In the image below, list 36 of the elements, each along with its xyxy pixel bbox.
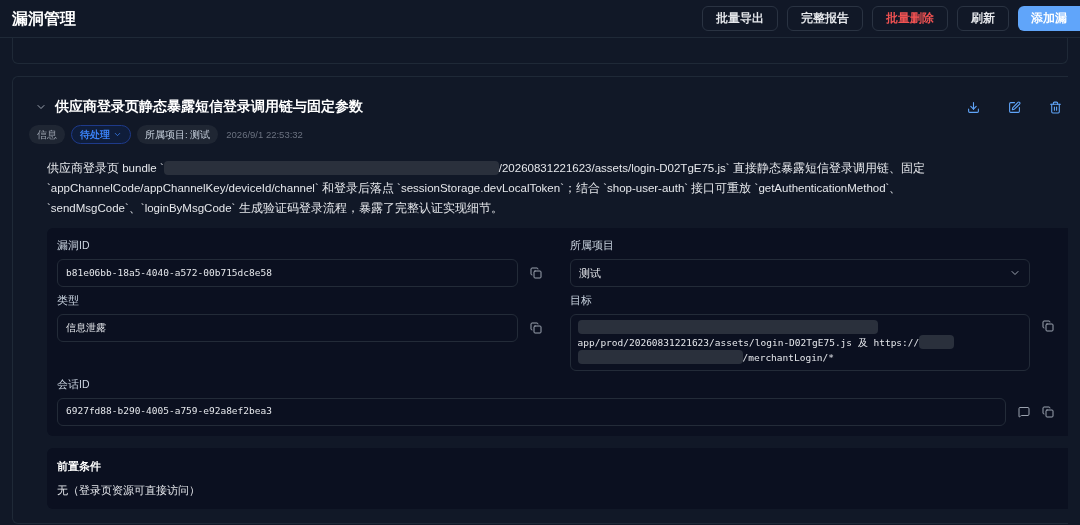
target-text: /merchantLogin/*	[742, 350, 834, 365]
field-label: 所属项目	[569, 238, 615, 254]
comment-icon[interactable]	[1018, 405, 1030, 418]
target-text: app/prod/20260831221623/assets/login-D02TgE75.js 及 https://	[577, 335, 920, 350]
redaction-bar	[919, 335, 955, 350]
description-text: 供应商登录页 bundle `	[47, 161, 164, 177]
field-label: 漏洞ID	[57, 238, 91, 254]
copy-icon[interactable]	[529, 267, 542, 279]
toolbar-button[interactable]: 完整报告	[787, 6, 863, 31]
toolbar-button[interactable]: 刷新	[957, 6, 1009, 31]
input-field[interactable]: 6927fd88-b290-4005-a759-e92a8ef2bea3	[57, 397, 1006, 426]
copy-icon[interactable]	[529, 321, 542, 334]
toolbar-button[interactable]: 批量导出	[702, 6, 778, 31]
field-label: 会话ID	[57, 376, 91, 392]
target-field[interactable]: app/prod/20260831221623/assets/login-D02TgE75.js 及 https:// /merchantLogin/*	[569, 313, 1030, 371]
copy-icon[interactable]	[1042, 405, 1054, 418]
field-label: 类型	[57, 293, 80, 308]
description-text: `appChannelCode/appChannelKey/deviceId/channel` 和登录后落点 `sessionStorage.devLocalToken`；结合 `shop-user-auth` 接口可重放 `getAuthenticationMethod`、`sendMsgCode`、`loginByMsgCode` 生成验证码登录流程，暴露了完整认证实现细节。	[47, 181, 903, 217]
tag: 所属项目: 测试	[137, 125, 219, 145]
precondition-title: 前置条件	[57, 458, 102, 474]
toolbar-button[interactable]: 批量删除	[872, 6, 948, 31]
vulnerability-title: 供应商登录页静态暴露短信登录调用链与固定参数	[55, 98, 363, 116]
download-icon[interactable]	[967, 100, 980, 114]
tag: 信息	[29, 125, 65, 145]
edit-icon[interactable]	[1008, 100, 1021, 114]
input-field[interactable]: b81e06bb-18a5-4040-a572-00b715dc8e58	[57, 259, 518, 287]
page-title: 漏洞管理	[12, 8, 76, 29]
copy-icon[interactable]	[1042, 319, 1054, 332]
project-select[interactable]: 测试	[569, 259, 1030, 287]
field-label: 目标	[569, 293, 593, 308]
timestamp: 2026/9/1 22:53:32	[226, 127, 303, 142]
input-field[interactable]: 信息泄露	[57, 313, 518, 342]
precondition-text: 无（登录页资源可直接访问）	[57, 483, 201, 498]
delete-icon[interactable]	[1049, 100, 1062, 114]
description-text: /20260831221623/assets/login-D02TgE75.js` 直接静态暴露短信登录调用链、固定	[498, 161, 925, 177]
status-dropdown[interactable]: 待处理	[71, 125, 131, 145]
